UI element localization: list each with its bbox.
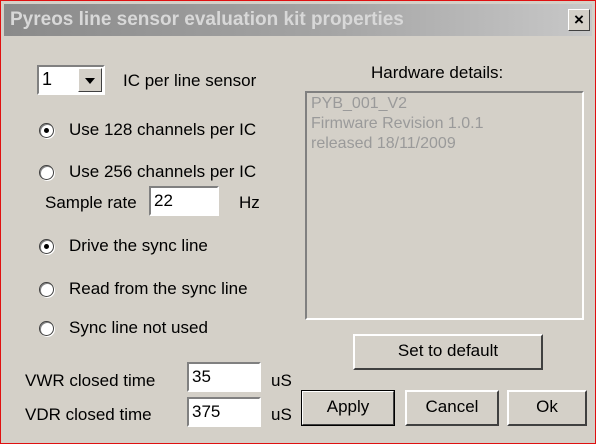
ic-per-sensor-label: IC per line sensor [123,71,257,90]
sample-rate-label: Sample rate [45,193,137,212]
vdr-unit: uS [271,405,292,424]
radio-sync-not-used-label[interactable]: Sync line not used [69,318,208,338]
set-to-default-button[interactable]: Set to default [353,334,543,370]
vwr-label: VWR closed time [25,371,156,390]
ic-per-sensor-select[interactable]: 1 [37,65,105,95]
vdr-label: VDR closed time [25,405,152,424]
chevron-down-icon[interactable] [78,68,102,92]
properties-dialog: Pyreos line sensor evaluation kit proper… [0,0,596,444]
sample-rate-unit: Hz [239,193,260,212]
vwr-input[interactable] [187,362,261,392]
radio-read-sync-indicator[interactable] [39,282,54,297]
hardware-release-date: released 18/11/2009 [311,135,456,152]
vwr-unit: uS [271,371,292,390]
close-icon: × [574,10,584,29]
radio-128-channels-indicator[interactable] [39,123,54,138]
radio-256-channels-label[interactable]: Use 256 channels per IC [69,162,256,182]
sample-rate-input[interactable] [149,186,219,216]
vdr-input[interactable] [187,397,261,427]
hardware-model: PYB_001_V2 [311,95,408,112]
radio-read-sync-label[interactable]: Read from the sync line [69,279,248,299]
radio-drive-sync-label[interactable]: Drive the sync line [69,236,208,256]
close-button[interactable]: × [568,9,590,31]
ic-per-sensor-value: 1 [42,69,53,89]
radio-256-channels-indicator[interactable] [39,165,54,180]
ok-button[interactable]: Ok [507,390,587,426]
radio-128-channels-label[interactable]: Use 128 channels per IC [69,120,256,140]
radio-sync-not-used-indicator[interactable] [39,321,54,336]
hardware-details-box: PYB_001_V2 Firmware Revision 1.0.1 relea… [305,91,584,320]
window-title: Pyreos line sensor evaluation kit proper… [10,9,404,30]
title-bar[interactable]: Pyreos line sensor evaluation kit proper… [4,4,592,36]
radio-drive-sync-indicator[interactable] [39,239,54,254]
cancel-button[interactable]: Cancel [405,390,499,426]
hardware-firmware: Firmware Revision 1.0.1 [311,115,484,132]
hardware-heading: Hardware details: [371,63,504,82]
apply-button[interactable]: Apply [301,390,395,426]
